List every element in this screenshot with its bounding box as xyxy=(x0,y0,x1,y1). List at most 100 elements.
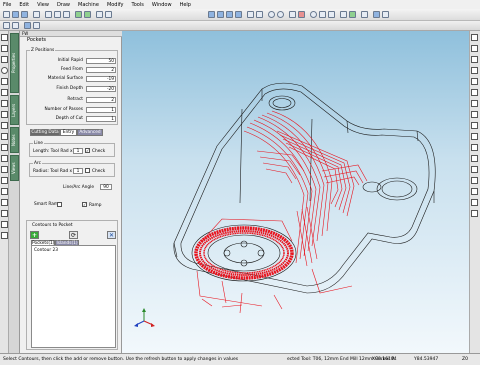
tracking-icon[interactable] xyxy=(471,188,478,195)
line-arc-angle-field[interactable]: 90 xyxy=(100,184,112,190)
measure-icon[interactable] xyxy=(382,11,389,18)
refresh-contours-icon[interactable]: ⟳ xyxy=(69,231,78,239)
ramp-checkbox[interactable]: ✓ xyxy=(82,202,87,207)
snap-quadrant-icon[interactable] xyxy=(471,144,478,151)
line-tool-icon[interactable] xyxy=(1,56,8,63)
tab-properties[interactable]: Properties xyxy=(10,33,19,93)
circle-icon[interactable] xyxy=(310,11,317,18)
menu-file[interactable]: File xyxy=(3,2,11,8)
menu-view[interactable]: View xyxy=(37,2,49,8)
snap-perpendicular-icon[interactable] xyxy=(471,111,478,118)
trim-tool-icon[interactable] xyxy=(1,133,8,140)
rotate-tool-icon[interactable] xyxy=(1,221,8,228)
tab-advanced[interactable]: Advanced xyxy=(77,129,103,136)
text-tool-icon[interactable] xyxy=(1,122,8,129)
polygon-tool-icon[interactable] xyxy=(1,100,8,107)
menu-help[interactable]: Help xyxy=(180,2,191,8)
layer-icon[interactable] xyxy=(373,11,380,18)
dynamic-input-icon[interactable] xyxy=(471,199,478,206)
select-icon[interactable] xyxy=(3,22,10,29)
arc-check-checkbox[interactable] xyxy=(85,168,90,173)
view-iso-icon[interactable] xyxy=(208,11,215,18)
zoom-icon[interactable] xyxy=(96,11,103,18)
show-icon[interactable] xyxy=(471,56,478,63)
point-icon[interactable] xyxy=(1,45,8,52)
drill-icon[interactable] xyxy=(33,22,40,29)
shade-icon[interactable] xyxy=(247,11,254,18)
tab-entry[interactable]: Entry xyxy=(60,129,77,136)
add-contour-icon[interactable]: + xyxy=(30,231,39,239)
cad-viewport[interactable] xyxy=(122,31,469,353)
hatch-tool-icon[interactable] xyxy=(1,199,8,206)
select-window-icon[interactable] xyxy=(12,22,19,29)
polar-icon[interactable] xyxy=(471,177,478,184)
wireframe-icon[interactable] xyxy=(256,11,263,18)
post-icon[interactable] xyxy=(361,11,368,18)
mirror-tool-icon[interactable] xyxy=(1,177,8,184)
fillet-tool-icon[interactable] xyxy=(1,155,8,162)
smart-ramp-checkbox[interactable] xyxy=(57,202,62,207)
new-file-icon[interactable] xyxy=(3,11,10,18)
scale-tool-icon[interactable] xyxy=(1,232,8,239)
snap-intersection-icon[interactable] xyxy=(471,100,478,107)
paste-icon[interactable] xyxy=(63,11,70,18)
arc-radius-field[interactable]: 1 xyxy=(73,168,83,174)
cut-icon[interactable] xyxy=(45,11,52,18)
menu-tools[interactable]: Tools xyxy=(132,2,144,8)
line-weight-icon[interactable] xyxy=(471,210,478,217)
snap-midpoint-icon[interactable] xyxy=(471,78,478,85)
snap-grid-icon[interactable] xyxy=(471,155,478,162)
snap-tangent-icon[interactable] xyxy=(471,122,478,129)
tab-notes[interactable]: Notes xyxy=(10,127,19,153)
move-tool-icon[interactable] xyxy=(1,210,8,217)
remove-contour-icon[interactable]: ✕ xyxy=(107,231,116,239)
print-icon[interactable] xyxy=(33,11,40,18)
number-of-passes-field[interactable]: 1 xyxy=(86,107,116,113)
line-check-checkbox[interactable]: ✓ xyxy=(85,148,90,153)
menu-modify[interactable]: Modify xyxy=(107,2,124,8)
save-icon[interactable] xyxy=(21,11,28,18)
menu-window[interactable]: Window xyxy=(152,2,172,8)
pointer-icon[interactable] xyxy=(1,34,8,41)
ortho-icon[interactable] xyxy=(471,166,478,173)
tab-cutting-data[interactable]: Cutting Data xyxy=(30,129,60,136)
arc-tool-icon[interactable] xyxy=(1,78,8,85)
initial-rapid-field[interactable]: 50 xyxy=(86,58,116,64)
tab-views[interactable]: Views xyxy=(10,155,19,181)
layer-toggle-icon[interactable] xyxy=(471,34,478,41)
feed-from-field[interactable]: 2 xyxy=(86,67,116,73)
depth-of-cut-field[interactable]: 1 xyxy=(86,116,116,122)
view-front-icon[interactable] xyxy=(226,11,233,18)
snap-center-icon[interactable] xyxy=(471,89,478,96)
open-file-icon[interactable] xyxy=(12,11,19,18)
tool-icon[interactable] xyxy=(340,11,347,18)
snap-icon[interactable] xyxy=(298,11,305,18)
retract-field[interactable]: 2 xyxy=(86,97,116,103)
snap-nearest-icon[interactable] xyxy=(471,133,478,140)
hide-icon[interactable] xyxy=(471,45,478,52)
copy-icon[interactable] xyxy=(54,11,61,18)
menu-edit[interactable]: Edit xyxy=(19,2,29,8)
circle-tool-icon[interactable] xyxy=(1,67,8,74)
dimension-tool-icon[interactable] xyxy=(1,188,8,195)
contour-list[interactable]: Contour 23 xyxy=(31,245,116,348)
tab-layers[interactable]: Layers xyxy=(10,95,19,125)
machining-icon[interactable] xyxy=(24,22,31,29)
redo-icon[interactable] xyxy=(84,11,91,18)
arc-icon[interactable] xyxy=(319,11,326,18)
undo-icon[interactable] xyxy=(75,11,82,18)
menu-machine[interactable]: Machine xyxy=(78,2,99,8)
offset-tool-icon[interactable] xyxy=(1,144,8,151)
list-item[interactable]: Contour 23 xyxy=(34,248,58,253)
line-length-field[interactable]: 1 xyxy=(73,148,83,154)
line-icon[interactable] xyxy=(328,11,335,18)
zoom-fit-icon[interactable] xyxy=(105,11,112,18)
finish-depth-field[interactable]: -20 xyxy=(86,86,116,92)
view-side-icon[interactable] xyxy=(235,11,242,18)
material-surface-field[interactable]: -19 xyxy=(86,76,116,82)
grid-icon[interactable] xyxy=(289,11,296,18)
snap-endpoint-icon[interactable] xyxy=(471,67,478,74)
chamfer-tool-icon[interactable] xyxy=(1,166,8,173)
simulate-icon[interactable] xyxy=(349,11,356,18)
view-top-icon[interactable] xyxy=(217,11,224,18)
